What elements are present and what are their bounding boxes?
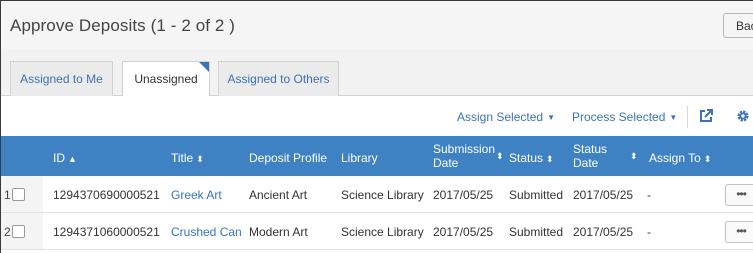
row-checkbox[interactable]	[12, 188, 25, 201]
cell-title-link[interactable]: Crushed Can	[171, 225, 242, 239]
cell-library: Science Library	[341, 188, 424, 202]
tab-unassigned[interactable]: Unassigned	[122, 61, 210, 97]
row-actions-button[interactable]: •••	[725, 184, 753, 206]
export-icon[interactable]	[699, 109, 713, 123]
process-selected-label: Process Selected	[572, 110, 666, 124]
page-title: Approve Deposits (1 - 2 of 2 )	[10, 16, 236, 35]
col-header-status[interactable]: Status ⬍	[509, 151, 554, 165]
caret-down-icon: ▼	[669, 113, 678, 122]
approve-deposits-page: Approve Deposits (1 - 2 of 2 ) Back Assi…	[0, 0, 753, 253]
cell-id: 1294370690000521	[53, 188, 160, 202]
col-header-submission-date-line1: Submission	[433, 142, 496, 156]
cell-status: Submitted	[509, 188, 564, 202]
table-toolbar: Assign Selected ▼ Process Selected ▼	[1, 96, 753, 136]
sort-icon: ⬍	[703, 154, 712, 164]
assign-selected-dropdown[interactable]: Assign Selected ▼	[457, 110, 555, 124]
cell-assign-to: -	[647, 188, 651, 202]
col-header-submission-date-line2: Date	[433, 156, 459, 170]
cell-assign-to: -	[647, 225, 651, 239]
col-header-library[interactable]: Library	[341, 151, 378, 165]
sort-icon[interactable]: ⬍	[496, 151, 504, 162]
cell-submission-date: 2017/05/25	[433, 188, 494, 202]
col-header-assign-to-label: Assign To	[649, 151, 701, 165]
cell-library: Science Library	[341, 225, 424, 239]
sort-icon: ⬍	[196, 154, 204, 164]
process-selected-dropdown[interactable]: Process Selected ▼	[572, 110, 677, 124]
col-header-title[interactable]: Title ⬍	[171, 151, 204, 165]
cell-deposit-profile: Modern Art	[249, 225, 308, 239]
col-header-submission-date[interactable]: Submission Date	[433, 142, 495, 170]
col-header-id[interactable]: ID ▲	[53, 151, 77, 165]
tab-assigned-to-me[interactable]: Assigned to Me	[10, 61, 113, 96]
col-header-assign-to[interactable]: Assign To ⬍	[649, 151, 711, 165]
sort-asc-icon: ▲	[68, 154, 77, 164]
row-number: 1	[4, 188, 11, 202]
tab-bar: Assigned to Me Unassigned Assigned to Ot…	[1, 49, 753, 97]
back-button[interactable]: Back	[723, 13, 753, 38]
cell-title-link[interactable]: Greek Art	[171, 188, 222, 202]
tab-unassigned-label: Unassigned	[134, 72, 198, 86]
col-header-status-date-line2: Date	[573, 156, 599, 170]
col-header-title-label: Title	[171, 151, 194, 165]
col-header-status-label: Status	[509, 151, 544, 165]
tab-assigned-to-others[interactable]: Assigned to Others	[218, 61, 339, 96]
cell-status: Submitted	[509, 225, 564, 239]
gear-icon[interactable]	[736, 109, 750, 123]
table-row[interactable]: 1 1294370690000521 Greek Art Ancient Art…	[1, 176, 753, 213]
caret-down-icon: ▼	[547, 113, 555, 122]
cell-submission-date: 2017/05/25	[433, 225, 494, 239]
sort-icon[interactable]: ⬍	[630, 151, 638, 162]
col-header-status-date-line1: Status	[573, 142, 608, 156]
col-header-status-date[interactable]: Status Date	[573, 142, 607, 170]
table-row[interactable]: 2 1294371060000521 Crushed Can Modern Ar…	[1, 213, 753, 250]
row-number: 2	[4, 225, 11, 239]
page-header: Approve Deposits (1 - 2 of 2 ) Back	[1, 1, 753, 49]
cell-status-date: 2017/05/25	[573, 188, 634, 202]
col-header-deposit-profile[interactable]: Deposit Profile	[249, 151, 327, 165]
table-header: ID ▲ Title ⬍ Deposit Profile Library Submi…	[1, 136, 753, 176]
cell-id: 1294371060000521	[53, 225, 160, 239]
sort-icon: ⬍	[546, 154, 554, 164]
assign-selected-label: Assign Selected	[457, 110, 544, 124]
toolbar-divider	[687, 106, 688, 128]
row-actions-button[interactable]: •••	[725, 221, 753, 243]
row-checkbox[interactable]	[12, 225, 25, 238]
cell-deposit-profile: Ancient Art	[249, 188, 308, 202]
col-header-id-label: ID	[53, 151, 65, 165]
cell-status-date: 2017/05/25	[573, 225, 634, 239]
active-tab-corner-icon	[199, 62, 209, 72]
